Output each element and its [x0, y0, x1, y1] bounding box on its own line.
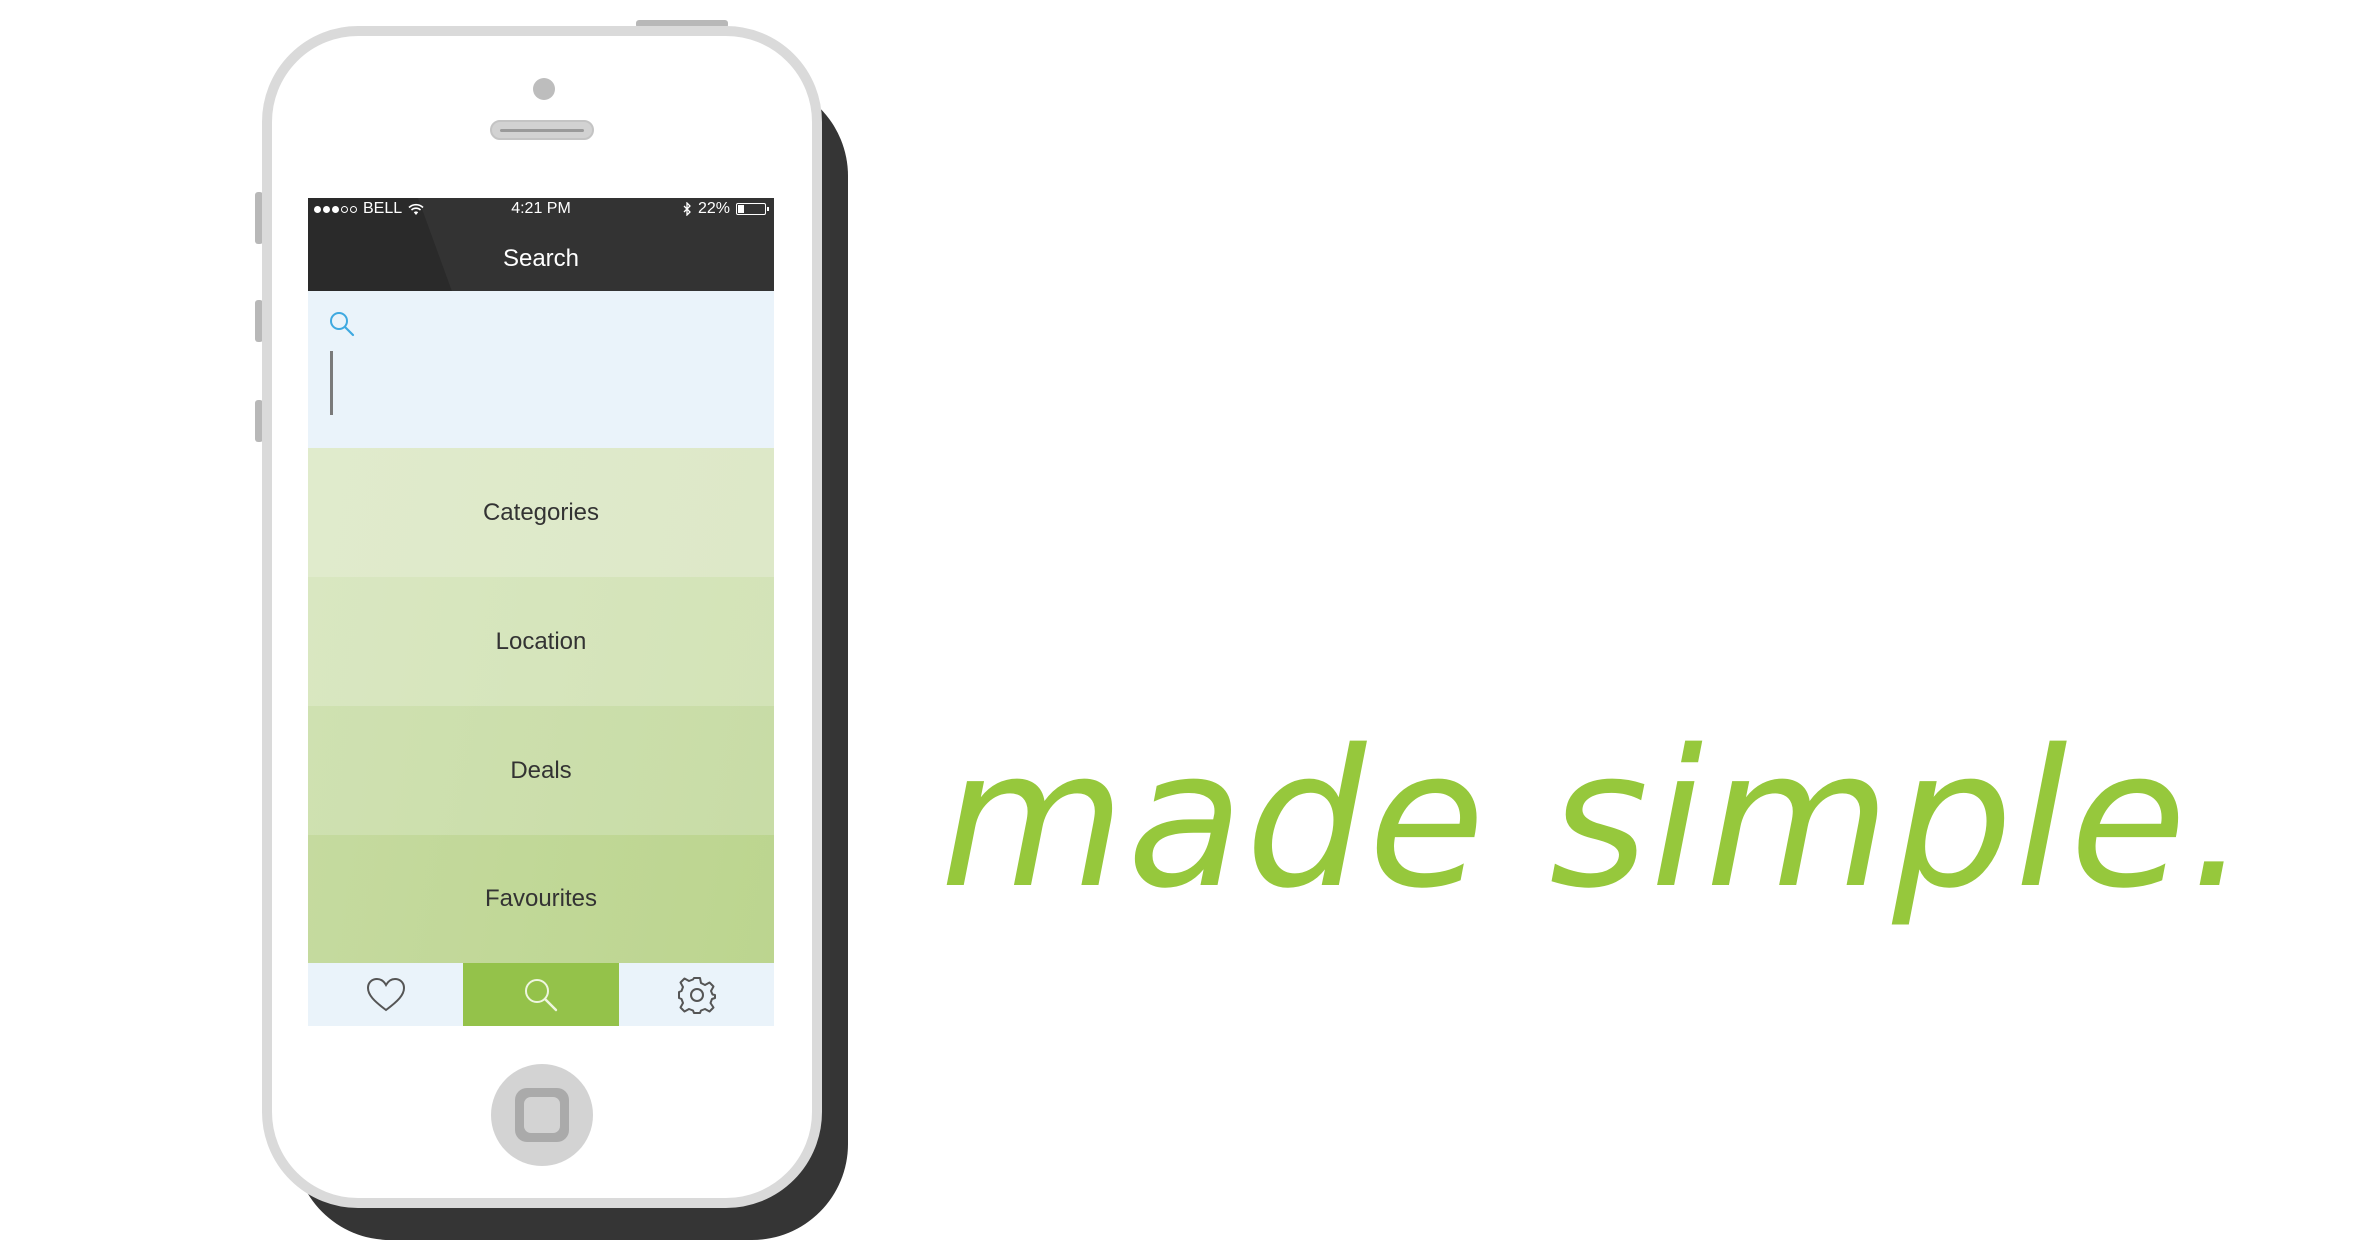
- tab-search[interactable]: [463, 963, 619, 1026]
- front-camera: [533, 78, 555, 100]
- menu-item-label: Categories: [482, 498, 600, 526]
- menu-item-location[interactable]: Location: [308, 577, 774, 706]
- menu-item-label: Location: [495, 627, 587, 655]
- status-bar: BELL 4:21 PM 22%: [308, 198, 774, 220]
- heart-icon: [366, 977, 405, 1011]
- tab-bar: [308, 963, 774, 1026]
- menu-item-label: Favourites: [484, 885, 598, 912]
- battery-percentage: 22%: [697, 200, 730, 217]
- menu-item-favourites[interactable]: Favourites: [308, 835, 774, 963]
- menu-item-label: Deals: [510, 756, 572, 784]
- menu-item-categories[interactable]: Categories: [308, 448, 774, 577]
- text-cursor: [330, 351, 333, 415]
- bluetooth-icon: [683, 202, 691, 216]
- page-title: Search: [502, 245, 580, 272]
- search-input[interactable]: [308, 291, 774, 448]
- search-icon: [525, 978, 558, 1011]
- search-icon: [330, 312, 355, 337]
- tab-favourites[interactable]: [308, 963, 463, 1026]
- app-screen: BELL 4:21 PM 22% Search Categories Locat…: [308, 198, 774, 1026]
- home-button[interactable]: [491, 1064, 593, 1166]
- nav-header: BELL 4:21 PM 22% Search: [308, 198, 774, 291]
- tagline: made simple.: [940, 709, 2251, 930]
- gear-icon: [677, 976, 716, 1014]
- earpiece-speaker: [490, 120, 594, 140]
- tab-settings[interactable]: [619, 963, 774, 1026]
- status-right: 22%: [683, 198, 769, 220]
- home-button-square-icon: [515, 1088, 569, 1142]
- menu-item-deals[interactable]: Deals: [308, 706, 774, 835]
- battery-icon: [736, 203, 769, 215]
